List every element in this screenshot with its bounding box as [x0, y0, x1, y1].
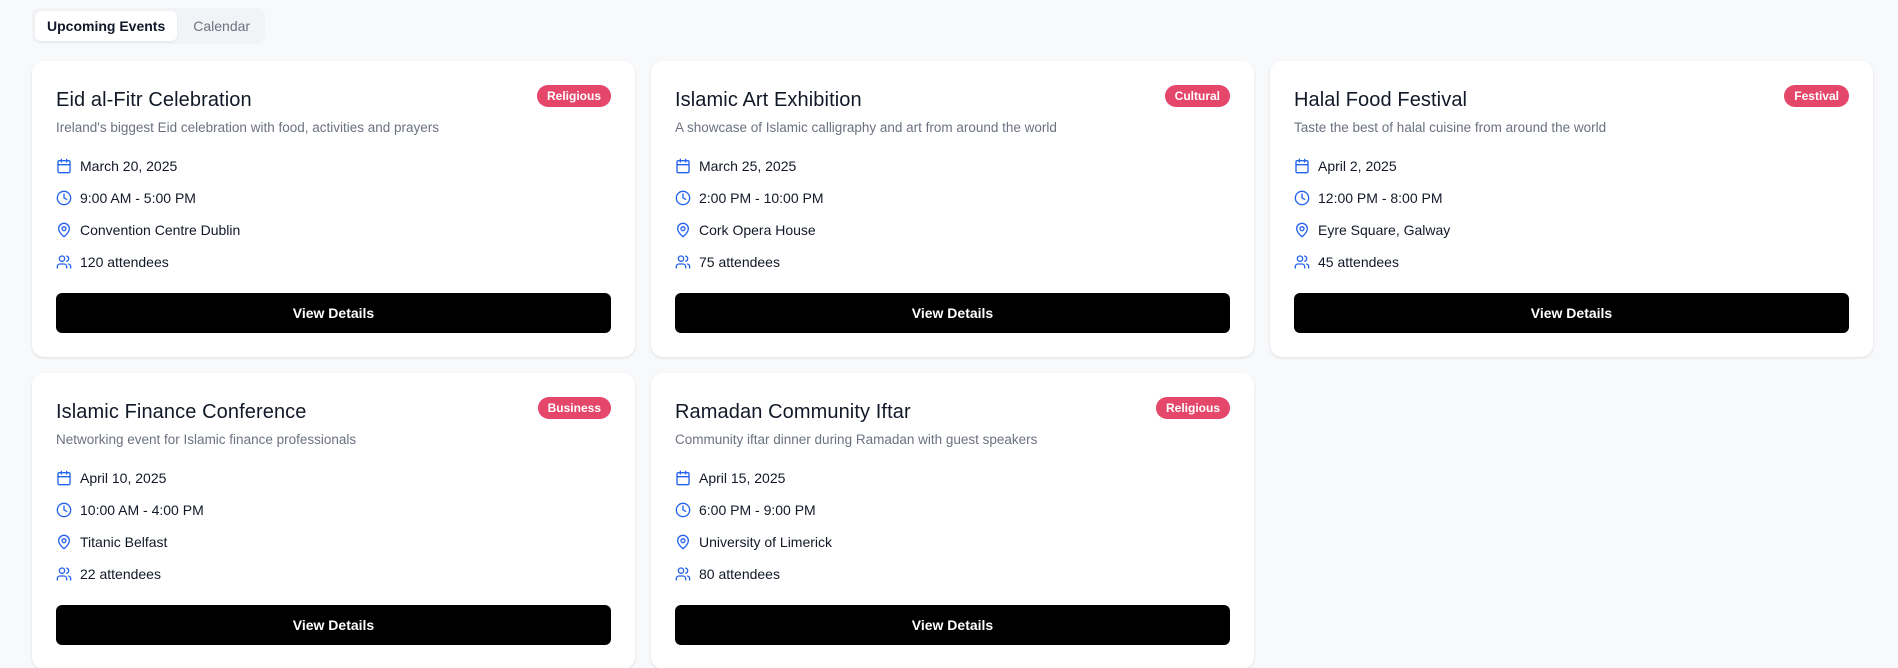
- calendar-icon: [57, 158, 71, 174]
- event-date-row: April 10, 2025: [56, 469, 611, 487]
- event-location: University of Limerick: [699, 534, 833, 550]
- clock-icon: [56, 502, 72, 518]
- event-card: Halal Food Festival Festival Taste the b…: [1270, 61, 1873, 357]
- users-icon: [675, 255, 691, 269]
- clock-icon: [56, 190, 72, 206]
- view-details-button[interactable]: View Details: [56, 293, 611, 333]
- event-info: April 10, 2025 10:00 AM - 4:00 PM Titani…: [56, 469, 611, 583]
- event-time: 2:00 PM - 10:00 PM: [699, 190, 824, 206]
- users-icon: [56, 567, 72, 581]
- map-pin-icon: [58, 222, 70, 238]
- event-time-row: 2:00 PM - 10:00 PM: [675, 189, 1230, 207]
- event-time: 9:00 AM - 5:00 PM: [80, 190, 196, 206]
- event-info: March 20, 2025 9:00 AM - 5:00 PM Convent…: [56, 157, 611, 271]
- category-badge: Religious: [536, 85, 611, 107]
- event-attendees-row: 45 attendees: [1294, 253, 1849, 271]
- event-time: 10:00 AM - 4:00 PM: [80, 502, 204, 518]
- event-attendees: 45 attendees: [1318, 254, 1399, 270]
- events-grid: Eid al-Fitr Celebration Religious Irelan…: [32, 61, 1873, 668]
- event-card: Islamic Finance Conference Business Netw…: [32, 373, 635, 668]
- calendar-icon: [676, 158, 690, 174]
- event-attendees-row: 22 attendees: [56, 565, 611, 583]
- category-badge: Business: [537, 397, 611, 419]
- users-icon: [1294, 255, 1310, 269]
- clock-icon: [675, 190, 691, 206]
- event-date-row: March 20, 2025: [56, 157, 611, 175]
- event-location: Eyre Square, Galway: [1318, 222, 1451, 238]
- event-location: Convention Centre Dublin: [80, 222, 241, 238]
- event-location-row: Titanic Belfast: [56, 533, 611, 551]
- event-date-row: March 25, 2025: [675, 157, 1230, 175]
- event-info: April 15, 2025 6:00 PM - 9:00 PM Univers…: [675, 469, 1230, 583]
- calendar-icon: [57, 470, 71, 486]
- event-time-row: 12:00 PM - 8:00 PM: [1294, 189, 1849, 207]
- event-card: Islamic Art Exhibition Cultural A showca…: [651, 61, 1254, 357]
- event-attendees-row: 75 attendees: [675, 253, 1230, 271]
- event-time: 12:00 PM - 8:00 PM: [1318, 190, 1443, 206]
- map-pin-icon: [677, 534, 689, 550]
- event-title: Islamic Art Exhibition: [675, 89, 862, 111]
- event-description: Taste the best of halal cuisine from aro…: [1294, 120, 1607, 135]
- users-icon: [56, 255, 72, 269]
- event-time-row: 10:00 AM - 4:00 PM: [56, 501, 611, 519]
- event-time: 6:00 PM - 9:00 PM: [699, 502, 816, 518]
- users-icon: [675, 567, 691, 581]
- event-time-row: 6:00 PM - 9:00 PM: [675, 501, 1230, 519]
- event-attendees-row: 80 attendees: [675, 565, 1230, 583]
- event-location-row: Convention Centre Dublin: [56, 221, 611, 239]
- event-attendees: 80 attendees: [699, 566, 780, 582]
- event-location: Cork Opera House: [699, 222, 816, 238]
- view-details-button[interactable]: View Details: [56, 605, 611, 645]
- event-attendees: 120 attendees: [80, 254, 169, 270]
- event-description: Networking event for Islamic finance pro…: [56, 432, 357, 447]
- event-info: April 2, 2025 12:00 PM - 8:00 PM Eyre Sq…: [1294, 157, 1849, 271]
- tab-calendar[interactable]: Calendar: [181, 11, 262, 41]
- clock-icon: [675, 502, 691, 518]
- event-date: March 25, 2025: [699, 158, 797, 174]
- event-date: April 15, 2025: [699, 470, 786, 486]
- category-badge: Festival: [1784, 85, 1849, 107]
- event-date-row: April 2, 2025: [1294, 157, 1849, 175]
- event-location-row: University of Limerick: [675, 533, 1230, 551]
- event-date: April 2, 2025: [1318, 158, 1397, 174]
- event-date: March 20, 2025: [80, 158, 178, 174]
- view-details-button[interactable]: View Details: [1294, 293, 1849, 333]
- event-title: Ramadan Community Iftar: [675, 401, 911, 423]
- view-tabs: Upcoming Events Calendar: [32, 8, 266, 44]
- event-card: Eid al-Fitr Celebration Religious Irelan…: [32, 61, 635, 357]
- event-description: Community iftar dinner during Ramadan wi…: [675, 432, 1038, 447]
- map-pin-icon: [677, 222, 689, 238]
- event-description: Ireland's biggest Eid celebration with f…: [56, 120, 440, 135]
- event-attendees: 75 attendees: [699, 254, 780, 270]
- event-date-row: April 15, 2025: [675, 469, 1230, 487]
- map-pin-icon: [58, 534, 70, 550]
- category-badge: Religious: [1155, 397, 1230, 419]
- view-details-button[interactable]: View Details: [675, 293, 1230, 333]
- event-card: Ramadan Community Iftar Religious Commun…: [651, 373, 1254, 668]
- view-details-button[interactable]: View Details: [675, 605, 1230, 645]
- event-info: March 25, 2025 2:00 PM - 10:00 PM Cork O…: [675, 157, 1230, 271]
- event-time-row: 9:00 AM - 5:00 PM: [56, 189, 611, 207]
- calendar-icon: [676, 470, 690, 486]
- event-location: Titanic Belfast: [80, 534, 168, 550]
- event-attendees: 22 attendees: [80, 566, 161, 582]
- event-description: A showcase of Islamic calligraphy and ar…: [675, 120, 1057, 135]
- clock-icon: [1294, 190, 1310, 206]
- event-title: Islamic Finance Conference: [56, 401, 307, 423]
- event-location-row: Eyre Square, Galway: [1294, 221, 1849, 239]
- tab-upcoming-events[interactable]: Upcoming Events: [35, 11, 178, 41]
- event-attendees-row: 120 attendees: [56, 253, 611, 271]
- event-title: Halal Food Festival: [1294, 89, 1468, 111]
- event-date: April 10, 2025: [80, 470, 167, 486]
- event-title: Eid al-Fitr Celebration: [56, 89, 252, 111]
- calendar-icon: [1295, 158, 1309, 174]
- category-badge: Cultural: [1164, 85, 1230, 107]
- map-pin-icon: [1296, 222, 1308, 238]
- event-location-row: Cork Opera House: [675, 221, 1230, 239]
